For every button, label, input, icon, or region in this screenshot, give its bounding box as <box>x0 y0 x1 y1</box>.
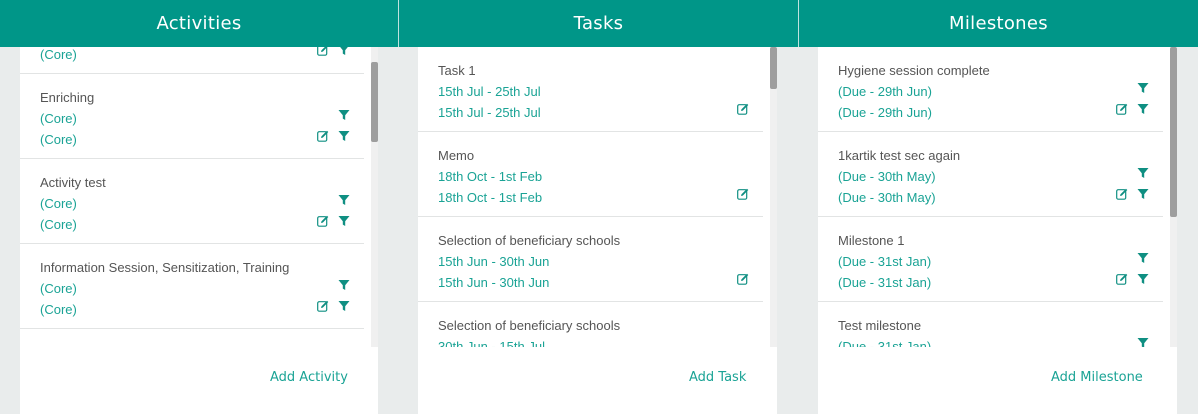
activities-list: (Core) Enriching (Core) (Core) Activity … <box>20 47 364 347</box>
list-item[interactable]: (Core) <box>20 47 364 74</box>
milestones-scrollbar[interactable] <box>1170 47 1177 347</box>
list-item[interactable]: Selection of beneficiary schools 15th Ju… <box>418 217 763 302</box>
milestones-header: Milestones <box>798 0 1198 47</box>
milestone-due: (Due - 29th Jun) <box>838 105 932 120</box>
task-dates: 15th Jul - 25th Jul <box>438 84 541 99</box>
filter-icon[interactable] <box>338 279 350 291</box>
edit-icon[interactable] <box>737 188 749 200</box>
tasks-header: Tasks <box>398 0 798 47</box>
filter-icon[interactable] <box>1137 167 1149 179</box>
filter-icon[interactable] <box>1137 82 1149 94</box>
filter-icon[interactable] <box>1137 337 1149 347</box>
task-title: Task 1 <box>438 63 476 78</box>
milestone-title: Milestone 1 <box>838 233 905 248</box>
activities-column: Activities (Core) Enriching (Core) (Core… <box>0 0 398 414</box>
edit-icon[interactable] <box>1116 273 1128 285</box>
list-item[interactable]: Milestone 1 (Due - 31st Jan) (Due - 31st… <box>818 217 1163 302</box>
milestone-due: (Due - 31st Jan) <box>838 275 932 290</box>
list-item[interactable]: 1kartik test sec again (Due - 30th May) … <box>818 132 1163 217</box>
filter-icon[interactable] <box>1137 103 1149 115</box>
filter-icon[interactable] <box>1137 252 1149 264</box>
activity-title: Enriching <box>40 90 95 105</box>
list-item[interactable]: Hygiene session complete (Due - 29th Jun… <box>818 47 1163 132</box>
filter-icon[interactable] <box>338 215 350 227</box>
activity-type: (Core) <box>40 47 77 62</box>
activity-type: (Core) <box>40 111 77 126</box>
task-dates: 18th Oct - 1st Feb <box>438 169 543 184</box>
activity-type: (Core) <box>40 217 77 232</box>
milestones-card: Hygiene session complete (Due - 29th Jun… <box>818 47 1177 414</box>
tasks-list: Task 1 15th Jul - 25th Jul 15th Jul - 25… <box>418 47 763 347</box>
milestone-due: (Due - 29th Jun) <box>838 84 932 99</box>
filter-icon[interactable] <box>338 47 350 56</box>
edit-icon[interactable] <box>317 215 329 227</box>
task-title: Selection of beneficiary schools <box>438 318 621 333</box>
milestone-title: Test milestone <box>838 318 922 333</box>
activities-scrollbar[interactable] <box>371 47 378 347</box>
list-item[interactable]: Enriching (Core) (Core) <box>20 74 364 159</box>
scrollbar-thumb[interactable] <box>770 47 777 89</box>
edit-icon[interactable] <box>1116 103 1128 115</box>
scrollbar-thumb[interactable] <box>1170 47 1177 217</box>
task-dates: 18th Oct - 1st Feb <box>438 190 543 205</box>
edit-icon[interactable] <box>317 47 329 56</box>
activities-card: (Core) Enriching (Core) (Core) Activity … <box>20 47 378 414</box>
tasks-column: Tasks Task 1 15th Jul - 25th Jul 15th Ju… <box>398 0 798 414</box>
activity-type: (Core) <box>40 132 77 147</box>
filter-icon[interactable] <box>338 194 350 206</box>
activity-type: (Core) <box>40 302 77 317</box>
add-task-button[interactable]: Add Task <box>689 370 746 385</box>
edit-icon[interactable] <box>737 103 749 115</box>
edit-icon[interactable] <box>1116 188 1128 200</box>
activities-header: Activities <box>0 0 398 47</box>
list-item[interactable]: Activity test (Core) (Core) <box>20 159 364 244</box>
filter-icon[interactable] <box>1137 188 1149 200</box>
list-item[interactable]: Memo 18th Oct - 1st Feb 18th Oct - 1st F… <box>418 132 763 217</box>
task-dates: 30th Jun - 15th Jul <box>438 339 545 347</box>
task-dates: 15th Jun - 30th Jun <box>438 275 550 290</box>
milestone-title: Hygiene session complete <box>838 63 990 78</box>
edit-icon[interactable] <box>737 273 749 285</box>
list-item[interactable]: Task 1 15th Jul - 25th Jul 15th Jul - 25… <box>418 47 763 132</box>
list-item[interactable]: Selection of beneficiary schools 30th Ju… <box>418 302 763 347</box>
milestone-due: (Due - 31st Jan) <box>838 339 932 347</box>
filter-icon[interactable] <box>1137 273 1149 285</box>
list-item[interactable]: Information Session, Sensitization, Trai… <box>20 244 364 329</box>
scrollbar-thumb[interactable] <box>371 62 378 142</box>
task-dates: 15th Jul - 25th Jul <box>438 105 541 120</box>
milestone-due: (Due - 31st Jan) <box>838 254 932 269</box>
edit-icon[interactable] <box>317 130 329 142</box>
tasks-card: Task 1 15th Jul - 25th Jul 15th Jul - 25… <box>418 47 777 414</box>
task-title: Selection of beneficiary schools <box>438 233 621 248</box>
milestone-due: (Due - 30th May) <box>838 190 936 205</box>
activity-type: (Core) <box>40 281 77 296</box>
add-activity-button[interactable]: Add Activity <box>270 370 348 385</box>
milestone-due: (Due - 30th May) <box>838 169 936 184</box>
tasks-scrollbar[interactable] <box>770 47 777 347</box>
filter-icon[interactable] <box>338 109 350 121</box>
edit-icon[interactable] <box>317 300 329 312</box>
milestone-title: 1kartik test sec again <box>838 148 961 163</box>
add-milestone-button[interactable]: Add Milestone <box>1051 370 1143 385</box>
list-item[interactable]: Test milestone (Due - 31st Jan) <box>818 302 1163 347</box>
milestones-list: Hygiene session complete (Due - 29th Jun… <box>818 47 1163 347</box>
activity-title: Activity test <box>40 175 106 190</box>
task-dates: 15th Jun - 30th Jun <box>438 254 550 269</box>
filter-icon[interactable] <box>338 130 350 142</box>
activity-type: (Core) <box>40 196 77 211</box>
task-title: Memo <box>438 148 475 163</box>
activity-title: Information Session, Sensitization, Trai… <box>40 260 290 275</box>
filter-icon[interactable] <box>338 300 350 312</box>
milestones-column: Milestones Hygiene session complete (Due… <box>798 0 1198 414</box>
